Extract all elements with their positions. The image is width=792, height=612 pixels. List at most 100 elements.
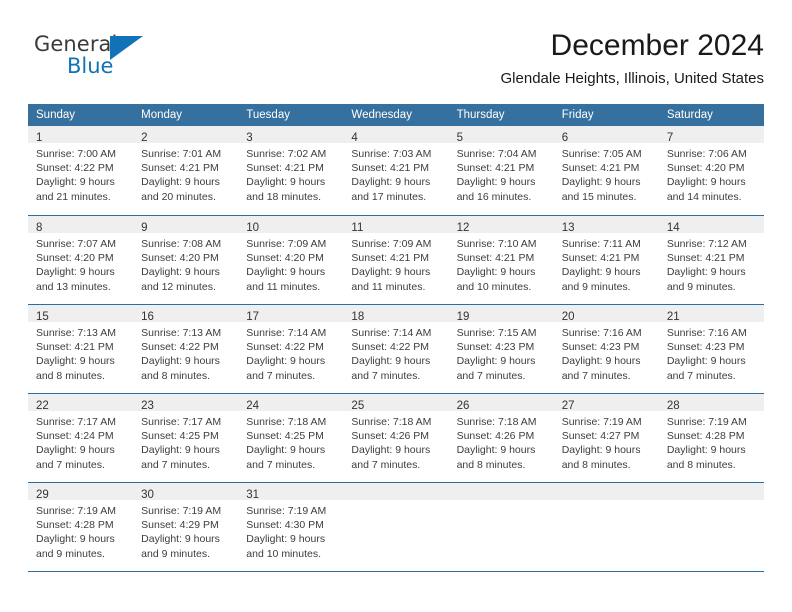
day-cell-content: 30 Sunrise: 7:19 AM Sunset: 4:29 PM Dayligh… — [133, 482, 239, 571]
daylight-text-line1: Daylight: 9 hours — [36, 355, 115, 368]
daylight-text-line1: Daylight: 9 hours — [351, 266, 431, 279]
calendar-day-cell[interactable]: 1 Sunrise: 7:00 AM Sunset: 4:22 PM Daylight… — [28, 126, 134, 215]
day-cell-content: 15 Sunrise: 7:13 AM Sunset: 4:21 PM Dayligh… — [28, 304, 134, 393]
calendar-day-cell[interactable]: 22 Sunrise: 7:17 AM Sunset: 4:24 PM Dayligh… — [28, 393, 134, 482]
sunrise-text: Sunrise: 7:17 AM — [141, 416, 222, 428]
day-details: Sunrise: 7:02 AM Sunset: 4:21 PM Daylight:… — [238, 143, 343, 204]
day-details: Sunrise: 7:13 AM Sunset: 4:21 PM Daylight:… — [28, 322, 133, 383]
general-blue-logo[interactable]: General Blue — [34, 34, 174, 82]
sunrise-text: Sunrise: 7:13 AM — [141, 327, 222, 339]
day-number-band: 11 — [343, 216, 449, 234]
calendar-day-cell[interactable]: 4 Sunrise: 7:03 AM Sunset: 4:21 PM Daylight… — [343, 126, 449, 215]
calendar-day-cell[interactable]: 29 Sunrise: 7:19 AM Sunset: 4:28 PM Dayligh… — [28, 482, 134, 571]
day-number-band: 10 — [238, 216, 344, 234]
calendar-day-cell[interactable]: 6 Sunrise: 7:05 AM Sunset: 4:21 PM Daylight… — [553, 126, 659, 215]
daylight-text-line2: and 7 minutes. — [456, 369, 526, 382]
daylight-text-line1: Daylight: 9 hours — [561, 266, 641, 279]
sunrise-text: Sunrise: 7:06 AM — [666, 148, 747, 160]
daylight-text-line1: Daylight: 9 hours — [456, 266, 536, 279]
calendar-day-cell[interactable]: 10 Sunrise: 7:09 AM Sunset: 4:20 PM Dayligh… — [238, 215, 344, 304]
calendar-day-cell[interactable]: 7 Sunrise: 7:06 AM Sunset: 4:20 PM Daylight… — [658, 126, 764, 215]
day-cell-content: 3 Sunrise: 7:02 AM Sunset: 4:21 PM Daylight… — [238, 126, 344, 215]
day-cell-content: 2 Sunrise: 7:01 AM Sunset: 4:21 PM Daylight… — [133, 126, 239, 215]
calendar-day-cell[interactable]: 31 Sunrise: 7:19 AM Sunset: 4:30 PM Dayligh… — [238, 482, 344, 571]
daylight-text-line2: and 10 minutes. — [246, 547, 321, 560]
day-number: 23 — [141, 400, 154, 412]
day-details: Sunrise: 7:16 AM Sunset: 4:23 PM Daylight:… — [554, 322, 659, 383]
day-details: Sunrise: 7:07 AM Sunset: 4:20 PM Daylight:… — [28, 233, 133, 294]
calendar-day-cell[interactable]: 12 Sunrise: 7:10 AM Sunset: 4:21 PM Dayligh… — [448, 215, 554, 304]
calendar-day-cell[interactable]: 20 Sunrise: 7:16 AM Sunset: 4:23 PM Dayligh… — [553, 304, 659, 393]
day-details: Sunrise: 7:05 AM Sunset: 4:21 PM Daylight:… — [554, 143, 659, 204]
calendar-day-cell[interactable]: 3 Sunrise: 7:02 AM Sunset: 4:21 PM Daylight… — [238, 126, 344, 215]
calendar-day-cell[interactable]: 18 Sunrise: 7:14 AM Sunset: 4:22 PM Dayligh… — [343, 304, 449, 393]
calendar-day-cell[interactable]: 11 Sunrise: 7:09 AM Sunset: 4:21 PM Dayligh… — [343, 215, 449, 304]
daylight-text-line1: Daylight: 9 hours — [456, 355, 536, 368]
day-details: Sunrise: 7:17 AM Sunset: 4:24 PM Daylight:… — [28, 411, 133, 472]
calendar-day-cell[interactable]: 21 Sunrise: 7:16 AM Sunset: 4:23 PM Dayligh… — [658, 304, 764, 393]
calendar-day-cell[interactable]: 30 Sunrise: 7:19 AM Sunset: 4:29 PM Dayligh… — [133, 482, 239, 571]
day-details: Sunrise: 7:00 AM Sunset: 4:22 PM Daylight:… — [28, 143, 133, 204]
calendar-day-cell[interactable]: 16 Sunrise: 7:13 AM Sunset: 4:22 PM Dayligh… — [133, 304, 239, 393]
day-cell-content: 4 Sunrise: 7:03 AM Sunset: 4:21 PM Daylight… — [343, 126, 449, 215]
weekday-header-sunday: Sunday — [28, 104, 134, 126]
daylight-text-line2: and 20 minutes. — [141, 190, 216, 203]
calendar-day-cell[interactable] — [553, 482, 659, 571]
sunrise-text: Sunrise: 7:10 AM — [456, 238, 537, 250]
daylight-text-line2: and 8 minutes. — [561, 458, 631, 471]
calendar-day-cell[interactable]: 15 Sunrise: 7:13 AM Sunset: 4:21 PM Dayligh… — [28, 304, 134, 393]
daylight-text-line2: and 7 minutes. — [141, 458, 211, 471]
weekday-header-friday: Friday — [553, 104, 659, 126]
calendar-day-cell[interactable]: 28 Sunrise: 7:19 AM Sunset: 4:28 PM Dayligh… — [658, 393, 764, 482]
calendar-day-cell[interactable] — [448, 482, 554, 571]
daylight-text-line2: and 9 minutes. — [36, 547, 105, 560]
calendar-day-cell[interactable]: 2 Sunrise: 7:01 AM Sunset: 4:21 PM Daylight… — [133, 126, 239, 215]
daylight-text-line1: Daylight: 9 hours — [666, 355, 746, 368]
daylight-text-line1: Daylight: 9 hours — [666, 444, 746, 457]
sunrise-text: Sunrise: 7:01 AM — [141, 148, 222, 160]
day-cell-content: 14 Sunrise: 7:12 AM Sunset: 4:21 PM Dayligh… — [658, 215, 764, 304]
day-number: 19 — [456, 311, 470, 323]
calendar-day-cell[interactable]: 27 Sunrise: 7:19 AM Sunset: 4:27 PM Dayligh… — [553, 393, 659, 482]
calendar-day-cell[interactable] — [658, 482, 764, 571]
calendar-day-cell[interactable]: 17 Sunrise: 7:14 AM Sunset: 4:22 PM Dayligh… — [238, 304, 344, 393]
calendar-day-cell[interactable]: 26 Sunrise: 7:18 AM Sunset: 4:26 PM Dayligh… — [448, 393, 554, 482]
sunset-text: Sunset: 4:21 PM — [561, 252, 640, 265]
daylight-text-line1: Daylight: 9 hours — [246, 176, 326, 189]
weekday-header-tuesday: Tuesday — [238, 104, 344, 126]
weekday-header-thursday: Thursday — [448, 104, 554, 126]
sunset-text: Sunset: 4:21 PM — [456, 162, 535, 175]
sunset-text: Sunset: 4:23 PM — [456, 341, 535, 354]
calendar-day-cell[interactable]: 5 Sunrise: 7:04 AM Sunset: 4:21 PM Daylight… — [448, 126, 554, 215]
day-details: Sunrise: 7:19 AM Sunset: 4:28 PM Daylight:… — [28, 500, 133, 561]
daylight-text-line1: Daylight: 9 hours — [561, 444, 641, 457]
calendar-day-cell[interactable]: 9 Sunrise: 7:08 AM Sunset: 4:20 PM Daylight… — [133, 215, 239, 304]
calendar-day-cell[interactable]: 19 Sunrise: 7:15 AM Sunset: 4:23 PM Dayligh… — [448, 304, 554, 393]
day-cell-content: 5 Sunrise: 7:04 AM Sunset: 4:21 PM Daylight… — [448, 126, 554, 215]
sunrise-text: Sunrise: 7:08 AM — [141, 238, 222, 250]
sunset-text: Sunset: 4:22 PM — [246, 341, 324, 354]
day-number-band: 17 — [238, 305, 344, 323]
calendar-day-cell[interactable]: 14 Sunrise: 7:12 AM Sunset: 4:21 PM Dayligh… — [658, 215, 764, 304]
sunset-text: Sunset: 4:20 PM — [36, 252, 114, 265]
day-cell-content: 16 Sunrise: 7:13 AM Sunset: 4:22 PM Dayligh… — [133, 304, 239, 393]
day-number-band: 20 — [553, 305, 659, 323]
day-number-band: 12 — [448, 216, 554, 234]
day-number-band: 15 — [28, 305, 134, 323]
calendar-day-cell[interactable] — [343, 482, 449, 571]
calendar-day-cell[interactable]: 13 Sunrise: 7:11 AM Sunset: 4:21 PM Dayligh… — [553, 215, 659, 304]
calendar-day-cell[interactable]: 23 Sunrise: 7:17 AM Sunset: 4:25 PM Dayligh… — [133, 393, 239, 482]
sunrise-text: Sunrise: 7:04 AM — [456, 148, 537, 160]
daylight-text-line1: Daylight: 9 hours — [141, 176, 220, 189]
calendar-day-cell[interactable]: 8 Sunrise: 7:07 AM Sunset: 4:20 PM Daylight… — [28, 215, 134, 304]
calendar-day-cell[interactable]: 25 Sunrise: 7:18 AM Sunset: 4:26 PM Dayligh… — [343, 393, 449, 482]
calendar-day-cell[interactable]: 24 Sunrise: 7:18 AM Sunset: 4:25 PM Dayligh… — [238, 393, 344, 482]
sunset-text: Sunset: 4:27 PM — [561, 430, 640, 443]
daylight-text-line1: Daylight: 9 hours — [666, 266, 746, 279]
daylight-text-line2: and 18 minutes. — [246, 190, 321, 203]
daylight-text-line2: and 7 minutes. — [246, 369, 316, 382]
daylight-text-line1: Daylight: 9 hours — [36, 266, 115, 279]
sunrise-text: Sunrise: 7:19 AM — [561, 416, 642, 428]
day-cell-content: 26 Sunrise: 7:18 AM Sunset: 4:26 PM Dayligh… — [448, 393, 554, 482]
day-details: Sunrise: 7:03 AM Sunset: 4:21 PM Daylight:… — [343, 143, 448, 204]
